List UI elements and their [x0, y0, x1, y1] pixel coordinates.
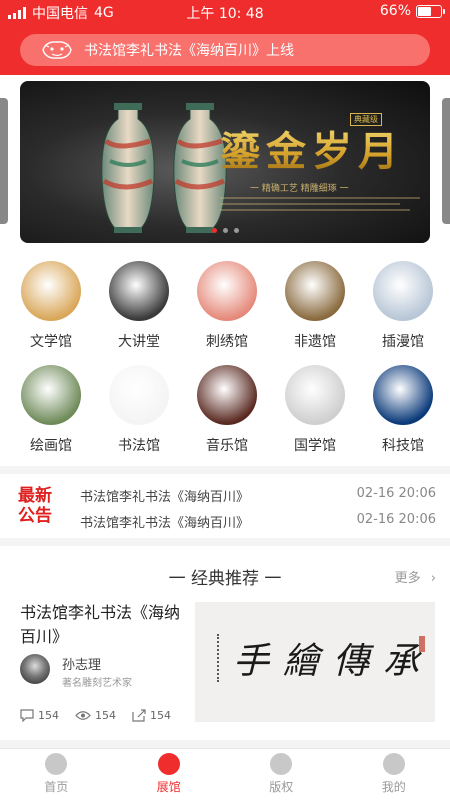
- category-label: 音乐馆: [206, 438, 248, 454]
- category-item[interactable]: 书法馆: [104, 365, 174, 455]
- announcement-panel: 最新 公告 书法馆李礼书法《海纳百川》 02-16 20:06 书法馆李礼书法《…: [0, 474, 450, 538]
- more-link[interactable]: 更多 ›: [395, 567, 436, 586]
- category-thumbnail: [21, 365, 81, 425]
- shield-icon: [270, 753, 293, 775]
- comments-count: 154: [38, 709, 59, 722]
- artwork-stats: 154 154 154: [20, 709, 171, 722]
- category-item[interactable]: 文学馆: [16, 261, 86, 351]
- battery-percent: 66%: [379, 3, 411, 19]
- shares-stat[interactable]: 154: [132, 709, 171, 722]
- category-label: 插漫馆: [382, 334, 424, 350]
- section-title: 一 经典推荐 一: [168, 569, 282, 589]
- recommend-section: 一 经典推荐 一 更多 › 书法馆李礼书法《海纳百川》 孙志理 著名雕刻艺术家 …: [0, 546, 450, 740]
- museum-icon: [157, 753, 180, 775]
- banner-subtitle: 一 精确工艺 精雕细琢 一: [250, 184, 349, 194]
- views-count: 154: [95, 709, 116, 722]
- category-item[interactable]: 插漫馆: [368, 261, 438, 351]
- lion-logo-icon: [42, 41, 72, 59]
- category-label: 国学馆: [294, 438, 336, 454]
- category-label: 绘画馆: [30, 438, 72, 454]
- category-label: 非遗馆: [294, 334, 336, 350]
- category-item[interactable]: 刺绣馆: [192, 261, 262, 351]
- carousel-dots: [20, 228, 430, 233]
- logo-line: 公告: [18, 506, 52, 526]
- artwork-image[interactable]: 手繪傳承: [195, 602, 435, 722]
- status-bar: 中国电信 4G 上午 10: 48 66%: [0, 0, 450, 24]
- announcement-date: 02-16 20:06: [356, 512, 436, 527]
- logo-line: 最新: [18, 486, 52, 506]
- comment-icon: [20, 709, 34, 722]
- tab-shield[interactable]: 版权: [225, 749, 338, 800]
- announcement-date: 02-16 20:06: [356, 486, 436, 501]
- chevron-right-icon: ›: [430, 571, 436, 586]
- avatar[interactable]: [20, 654, 50, 684]
- announcement-title: 书法馆李礼书法《海纳百川》: [80, 490, 250, 505]
- category-thumbnail: [197, 261, 257, 321]
- header: 中国电信 4G 上午 10: 48 66% 书法馆李礼书法《海纳百川》上线: [0, 0, 450, 75]
- tab-label: 展馆: [156, 780, 181, 794]
- carousel-dot[interactable]: [211, 228, 217, 233]
- home-icon: [45, 753, 68, 775]
- category-item[interactable]: 大讲堂: [104, 261, 174, 351]
- eye-icon: [75, 711, 91, 720]
- tab-label: 我的: [381, 780, 406, 794]
- category-label: 刺绣馆: [206, 334, 248, 350]
- tab-label: 首页: [44, 780, 69, 794]
- tab-profile[interactable]: 我的: [338, 749, 450, 800]
- category-label: 书法馆: [118, 438, 160, 454]
- category-thumbnail: [109, 261, 169, 321]
- category-label: 科技馆: [382, 438, 424, 454]
- category-thumbnail: [285, 261, 345, 321]
- tab-museum[interactable]: 展馆: [113, 749, 226, 800]
- notice-text: 书法馆李礼书法《海纳百川》上线: [84, 43, 294, 59]
- category-item[interactable]: 非遗馆: [280, 261, 350, 351]
- category-label: 文学馆: [30, 334, 72, 350]
- banner-title: 鎏金岁月: [220, 119, 404, 177]
- battery-icon: [416, 4, 445, 18]
- author-name[interactable]: 孙志理: [62, 654, 101, 673]
- banner-prev-card[interactable]: [0, 98, 8, 224]
- announcement-title: 书法馆李礼书法《海纳百川》: [80, 516, 250, 531]
- more-label: 更多: [394, 571, 421, 586]
- category-thumbnail: [109, 365, 169, 425]
- category-thumbnail: [197, 365, 257, 425]
- carousel-dot[interactable]: [233, 228, 239, 233]
- profile-icon: [382, 753, 405, 775]
- tab-label: 版权: [269, 780, 294, 794]
- comments-stat[interactable]: 154: [20, 709, 59, 722]
- calligraphy-text: 手繪傳承: [233, 641, 434, 682]
- views-stat: 154: [75, 709, 116, 722]
- category-thumbnail: [285, 365, 345, 425]
- banner-next-card[interactable]: [442, 98, 450, 224]
- banner-slide[interactable]: 典藏级 鎏金岁月 一 精确工艺 精雕细琢 一: [20, 81, 430, 243]
- category-item[interactable]: 科技馆: [368, 365, 438, 455]
- bottom-tab-bar: 首页 展馆 版权 我的: [0, 748, 450, 800]
- banner-fine-print: [220, 197, 420, 199]
- category-grid: 文学馆 大讲堂 刺绣馆 非遗馆 插漫馆绘画馆 书法馆 音乐馆 国学馆 科技馆: [0, 255, 450, 466]
- shares-count: 154: [150, 709, 171, 722]
- category-thumbnail: [373, 261, 433, 321]
- notice-banner[interactable]: 书法馆李礼书法《海纳百川》上线: [20, 34, 430, 66]
- tab-home[interactable]: 首页: [0, 749, 113, 800]
- category-thumbnail: [21, 261, 81, 321]
- latest-announcement-logo: 最新 公告: [18, 486, 58, 526]
- banner-carousel[interactable]: 典藏级 鎏金岁月 一 精确工艺 精雕细琢 一: [0, 75, 450, 255]
- share-icon: [132, 709, 146, 722]
- author-title: 著名雕刻艺术家: [62, 678, 132, 689]
- banner-fine-print: [220, 203, 400, 205]
- calligraphy-seal: [217, 634, 223, 682]
- category-label: 大讲堂: [118, 334, 160, 350]
- category-item[interactable]: 绘画馆: [16, 365, 86, 455]
- category-item[interactable]: 音乐馆: [192, 365, 262, 455]
- banner-fine-print: [220, 209, 410, 211]
- category-thumbnail: [373, 365, 433, 425]
- category-item[interactable]: 国学馆: [280, 365, 350, 455]
- carousel-dot[interactable]: [222, 228, 228, 233]
- artwork-title[interactable]: 书法馆李礼书法《海纳百川》: [20, 601, 180, 649]
